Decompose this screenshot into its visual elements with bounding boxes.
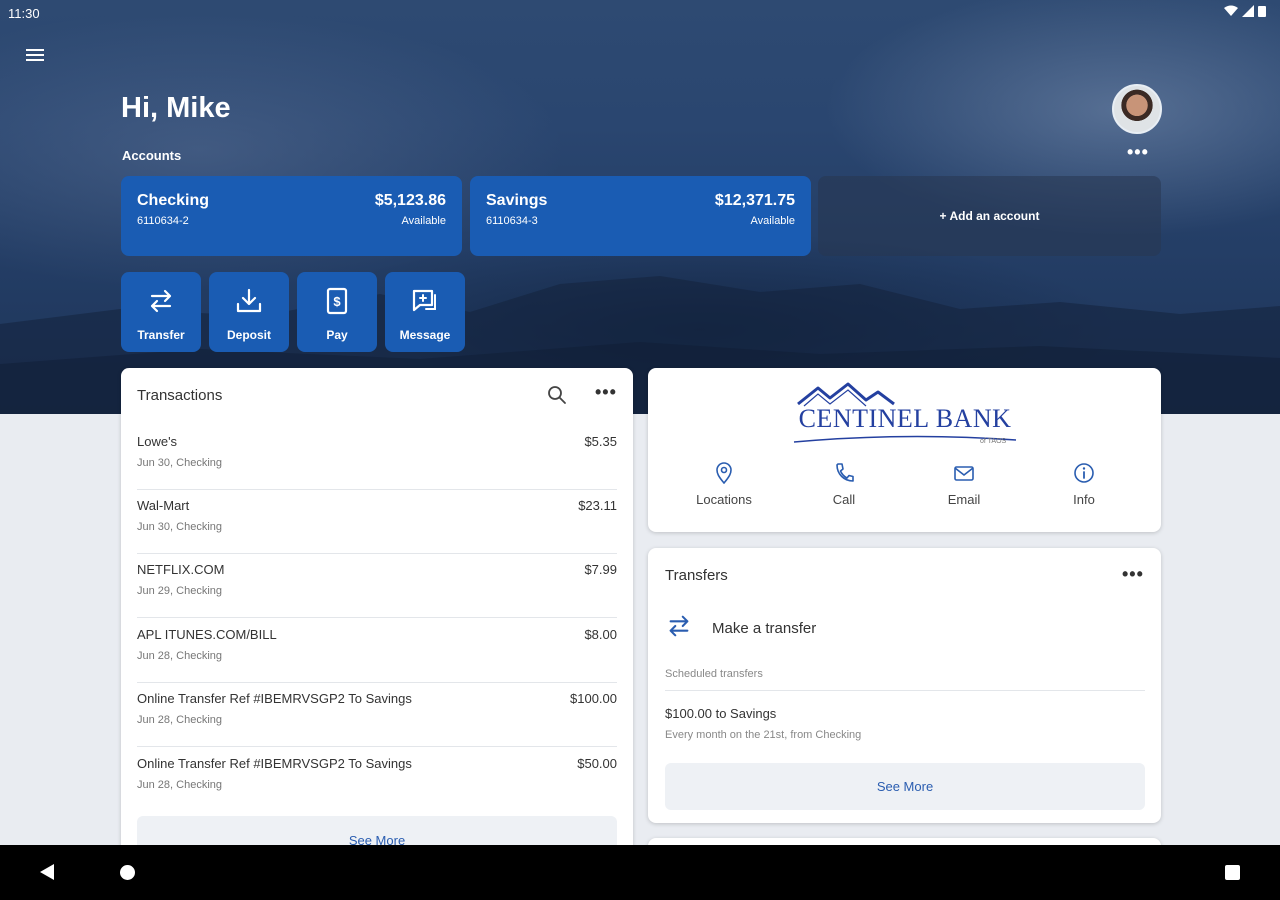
transfers-title: Transfers bbox=[665, 567, 728, 584]
transaction-meta: Jun 28, Checking bbox=[137, 714, 222, 726]
add-account-button[interactable]: + Add an account bbox=[818, 176, 1161, 256]
transaction-amount: $7.99 bbox=[584, 562, 617, 577]
accounts-more-icon[interactable]: ••• bbox=[1127, 142, 1149, 163]
svg-text:$: $ bbox=[333, 294, 341, 309]
transaction-description: APL ITUNES.COM/BILL bbox=[137, 627, 277, 642]
greeting: Hi, Mike bbox=[121, 92, 231, 124]
transfers-more-icon[interactable]: ••• bbox=[1122, 564, 1144, 585]
pay-label: Pay bbox=[326, 328, 348, 342]
transaction-description: Wal-Mart bbox=[137, 498, 190, 513]
account-number: 6110634-3 bbox=[486, 215, 538, 227]
transaction-meta: Jun 28, Checking bbox=[137, 779, 222, 791]
transaction-meta: Jun 29, Checking bbox=[137, 585, 222, 597]
scheduled-transfers-label: Scheduled transfers bbox=[665, 668, 763, 680]
home-icon[interactable] bbox=[120, 865, 135, 880]
transaction-amount: $5.35 bbox=[584, 434, 617, 449]
transaction-meta: Jun 28, Checking bbox=[137, 650, 222, 662]
transaction-row[interactable]: Online Transfer Ref #IBEMRVSGP2 To Savin… bbox=[137, 748, 617, 812]
scheduled-transfer-detail: Every month on the 21st, from Checking bbox=[665, 729, 862, 741]
account-balance: $12,371.75 bbox=[714, 192, 795, 209]
transfer-icon bbox=[669, 615, 689, 637]
transfer-button[interactable]: Transfer bbox=[121, 272, 201, 352]
status-bar: 11:30 bbox=[0, 0, 1280, 26]
battery-icon bbox=[1258, 6, 1266, 17]
make-transfer-button[interactable]: Make a transfer bbox=[665, 610, 1145, 646]
transfers-card: Transfers ••• Make a transfer Scheduled … bbox=[648, 548, 1161, 823]
transaction-amount: $23.11 bbox=[578, 498, 617, 513]
menu-icon[interactable] bbox=[26, 46, 48, 68]
account-balance-label: Available bbox=[401, 215, 446, 227]
transaction-row[interactable]: NETFLIX.COM $7.99 Jun 29, Checking bbox=[137, 554, 617, 618]
back-icon[interactable] bbox=[40, 864, 54, 880]
bank-action-label: Call bbox=[832, 492, 856, 507]
make-transfer-label: Make a transfer bbox=[712, 620, 817, 637]
bank-action-email[interactable]: Email bbox=[904, 462, 1024, 507]
transaction-meta: Jun 30, Checking bbox=[137, 457, 222, 469]
account-balance-label: Available bbox=[750, 215, 795, 227]
transaction-row[interactable]: Lowe's $5.35 Jun 30, Checking bbox=[137, 426, 617, 490]
bank-action-info[interactable]: Info bbox=[1024, 462, 1144, 507]
transactions-title: Transactions bbox=[137, 387, 223, 404]
transaction-row[interactable]: Online Transfer Ref #IBEMRVSGP2 To Savin… bbox=[137, 683, 617, 747]
transaction-meta: Jun 30, Checking bbox=[137, 521, 222, 533]
location-pin-icon bbox=[716, 462, 732, 484]
account-card-savings[interactable]: Savings 6110634-3 $12,371.75 Available bbox=[470, 176, 811, 256]
scheduled-transfer-item[interactable]: $100.00 to Savings Every month on the 21… bbox=[665, 700, 1145, 744]
transaction-amount: $100.00 bbox=[570, 691, 617, 706]
pay-button[interactable]: $ Pay bbox=[297, 272, 377, 352]
message-button[interactable]: Message bbox=[385, 272, 465, 352]
deposit-label: Deposit bbox=[226, 328, 271, 342]
bank-action-label: Info bbox=[1073, 492, 1095, 507]
deposit-button[interactable]: Deposit bbox=[209, 272, 289, 352]
info-icon bbox=[1074, 463, 1094, 483]
system-nav-bar bbox=[0, 845, 1280, 900]
account-card-checking[interactable]: Checking 6110634-2 $5,123.86 Available bbox=[121, 176, 462, 256]
message-icon bbox=[412, 289, 436, 312]
bank-action-label: Email bbox=[947, 492, 981, 507]
scheduled-transfer-title: $100.00 to Savings bbox=[665, 706, 777, 721]
transaction-row[interactable]: APL ITUNES.COM/BILL $8.00 Jun 28, Checki… bbox=[137, 619, 617, 683]
transfers-see-more-button[interactable]: See More bbox=[665, 763, 1145, 810]
bank-action-label: Locations bbox=[696, 492, 752, 507]
bank-action-call[interactable]: Call bbox=[784, 462, 904, 507]
account-number: 6110634-2 bbox=[137, 215, 189, 227]
divider bbox=[665, 690, 1145, 691]
deposit-icon bbox=[236, 288, 262, 313]
transaction-description: Online Transfer Ref #IBEMRVSGP2 To Savin… bbox=[137, 756, 412, 771]
phone-icon bbox=[836, 463, 854, 482]
status-time: 11:30 bbox=[8, 6, 40, 21]
pay-icon: $ bbox=[326, 287, 348, 315]
recent-apps-icon[interactable] bbox=[1225, 865, 1240, 880]
search-icon[interactable] bbox=[547, 385, 567, 405]
transaction-amount: $50.00 bbox=[577, 756, 617, 771]
system-icons bbox=[1224, 5, 1266, 17]
wifi-icon bbox=[1224, 5, 1238, 16]
account-name: Savings bbox=[486, 192, 548, 209]
account-name: Checking bbox=[137, 192, 210, 209]
signal-icon bbox=[1242, 5, 1254, 17]
transaction-description: Online Transfer Ref #IBEMRVSGP2 To Savin… bbox=[137, 691, 412, 706]
transactions-card: Transactions ••• Lowe's $5.35 Jun 30, Ch… bbox=[121, 368, 633, 864]
transfer-label: Transfer bbox=[137, 328, 185, 342]
message-label: Message bbox=[399, 328, 451, 342]
transaction-row[interactable]: Wal-Mart $23.11 Jun 30, Checking bbox=[137, 490, 617, 554]
transaction-description: NETFLIX.COM bbox=[137, 562, 225, 577]
avatar[interactable] bbox=[1112, 84, 1162, 134]
bank-action-locations[interactable]: Locations bbox=[664, 462, 784, 507]
transaction-description: Lowe's bbox=[137, 434, 178, 449]
transactions-more-icon[interactable]: ••• bbox=[595, 382, 617, 403]
bank-name: CENTINEL BANK bbox=[798, 404, 1012, 433]
transfer-icon bbox=[150, 289, 172, 313]
bank-subtitle: of TAOS bbox=[980, 438, 1007, 445]
transaction-amount: $8.00 bbox=[584, 627, 617, 642]
accounts-label: Accounts bbox=[122, 148, 182, 163]
email-icon bbox=[954, 466, 974, 481]
account-balance: $5,123.86 bbox=[374, 192, 446, 209]
